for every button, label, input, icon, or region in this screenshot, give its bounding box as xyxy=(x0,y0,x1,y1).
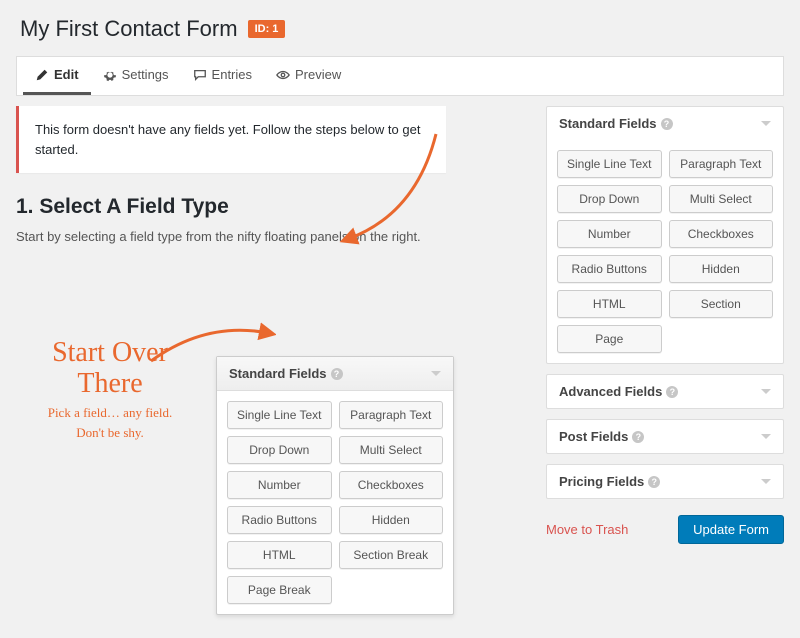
example-field-button[interactable]: Single Line Text xyxy=(227,401,332,429)
example-field-button[interactable]: Page Break xyxy=(227,576,332,604)
chevron-down-icon xyxy=(761,121,771,126)
field-radio-buttons[interactable]: Radio Buttons xyxy=(557,255,662,283)
sidebar: Standard Fields ? Single Line Text Parag… xyxy=(546,106,784,544)
advanced-fields-title: Advanced Fields xyxy=(559,384,662,399)
page-title: My First Contact Form xyxy=(20,16,238,42)
help-icon[interactable]: ? xyxy=(648,476,660,488)
callout-line1: Start Over xyxy=(20,338,200,369)
example-field-button[interactable]: Paragraph Text xyxy=(339,401,444,429)
pricing-fields-header[interactable]: Pricing Fields ? xyxy=(547,465,783,498)
callout-line2: There xyxy=(20,369,200,400)
tab-edit-label: Edit xyxy=(54,67,79,82)
standard-fields-header[interactable]: Standard Fields ? xyxy=(547,107,783,140)
example-field-button[interactable]: Drop Down xyxy=(227,436,332,464)
advanced-fields-panel: Advanced Fields ? xyxy=(546,374,784,409)
field-html[interactable]: HTML xyxy=(557,290,662,318)
chevron-down-icon xyxy=(761,389,771,394)
example-panel-title: Standard Fields xyxy=(229,366,327,381)
field-section[interactable]: Section xyxy=(669,290,774,318)
tab-settings-label: Settings xyxy=(122,67,169,82)
standard-fields-panel: Standard Fields ? Single Line Text Parag… xyxy=(546,106,784,364)
sidebar-actions: Move to Trash Update Form xyxy=(546,515,784,544)
example-panel: Standard Fields ? Single Line Text Parag… xyxy=(216,356,454,615)
post-fields-header[interactable]: Post Fields ? xyxy=(547,420,783,453)
step-title: 1. Select A Field Type xyxy=(16,195,534,219)
pricing-fields-title: Pricing Fields xyxy=(559,474,644,489)
tab-preview[interactable]: Preview xyxy=(264,57,353,95)
help-icon[interactable]: ? xyxy=(661,118,673,130)
chevron-down-icon xyxy=(761,479,771,484)
field-single-line-text[interactable]: Single Line Text xyxy=(557,150,662,178)
example-field-button[interactable]: Section Break xyxy=(339,541,444,569)
example-field-button[interactable]: Radio Buttons xyxy=(227,506,332,534)
example-field-button[interactable]: Hidden xyxy=(339,506,444,534)
tab-entries-label: Entries xyxy=(212,67,252,82)
empty-form-notice: This form doesn't have any fields yet. F… xyxy=(16,106,446,173)
example-panel-body: Single Line Text Paragraph Text Drop Dow… xyxy=(217,391,453,614)
callout-sub1: Pick a field… any field. xyxy=(20,406,200,420)
standard-fields-title: Standard Fields xyxy=(559,116,657,131)
help-icon[interactable]: ? xyxy=(632,431,644,443)
example-field-button[interactable]: HTML xyxy=(227,541,332,569)
chat-icon xyxy=(193,68,207,82)
tab-preview-label: Preview xyxy=(295,67,341,82)
field-drop-down[interactable]: Drop Down xyxy=(557,185,662,213)
help-icon[interactable]: ? xyxy=(666,386,678,398)
page-header: My First Contact Form ID: 1 xyxy=(16,16,784,42)
field-page[interactable]: Page xyxy=(557,325,662,353)
post-fields-panel: Post Fields ? xyxy=(546,419,784,454)
chevron-down-icon xyxy=(431,371,441,376)
example-field-button[interactable]: Multi Select xyxy=(339,436,444,464)
update-form-button[interactable]: Update Form xyxy=(678,515,784,544)
form-id-badge: ID: 1 xyxy=(248,20,286,38)
eye-icon xyxy=(276,68,290,82)
move-to-trash-link[interactable]: Move to Trash xyxy=(546,522,628,537)
step-description: Start by selecting a field type from the… xyxy=(16,229,534,244)
field-hidden[interactable]: Hidden xyxy=(669,255,774,283)
main-content: This form doesn't have any fields yet. F… xyxy=(16,106,534,262)
help-icon[interactable]: ? xyxy=(331,368,343,380)
tab-bar: Edit Settings Entries Preview xyxy=(16,56,784,96)
standard-fields-body: Single Line Text Paragraph Text Drop Dow… xyxy=(547,140,783,363)
field-multi-select[interactable]: Multi Select xyxy=(669,185,774,213)
field-number[interactable]: Number xyxy=(557,220,662,248)
example-field-button[interactable]: Checkboxes xyxy=(339,471,444,499)
edit-icon xyxy=(35,68,49,82)
tab-settings[interactable]: Settings xyxy=(91,57,181,95)
field-checkboxes[interactable]: Checkboxes xyxy=(669,220,774,248)
post-fields-title: Post Fields xyxy=(559,429,628,444)
callout-text: Start Over There Pick a field… any field… xyxy=(20,338,200,440)
chevron-down-icon xyxy=(761,434,771,439)
tab-edit[interactable]: Edit xyxy=(23,57,91,95)
pricing-fields-panel: Pricing Fields ? xyxy=(546,464,784,499)
advanced-fields-header[interactable]: Advanced Fields ? xyxy=(547,375,783,408)
tab-entries[interactable]: Entries xyxy=(181,57,264,95)
gear-icon xyxy=(103,68,117,82)
example-field-button[interactable]: Number xyxy=(227,471,332,499)
callout-sub2: Don't be shy. xyxy=(20,426,200,440)
field-paragraph-text[interactable]: Paragraph Text xyxy=(669,150,774,178)
example-panel-header[interactable]: Standard Fields ? xyxy=(217,357,453,391)
